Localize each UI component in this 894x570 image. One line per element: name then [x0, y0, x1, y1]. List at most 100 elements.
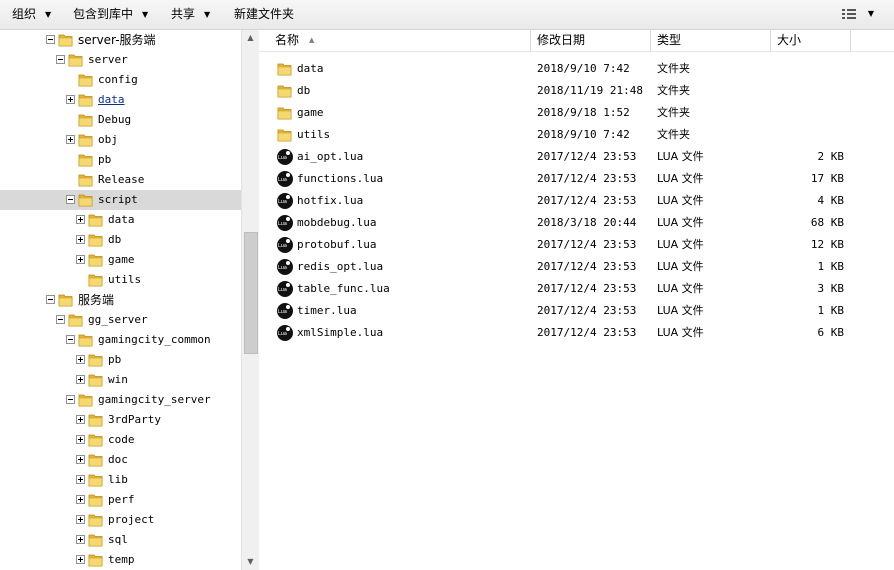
tree-item[interactable]: pb: [0, 350, 241, 370]
folder-icon: [68, 312, 84, 328]
file-row[interactable]: Lua table_func.lua 2017/12/4 23:53 LUA 文件 3 …: [259, 278, 894, 300]
file-row[interactable]: db 2018/11/19 21:48 文件夹: [259, 80, 894, 102]
tree-item[interactable]: pb: [0, 150, 241, 170]
expand-icon[interactable]: [76, 355, 85, 364]
file-row[interactable]: Lua xmlSimple.lua 2017/12/4 23:53 LUA 文件 6 K…: [259, 322, 894, 344]
folder-icon: [78, 172, 94, 188]
column-header-modified[interactable]: 修改日期: [531, 30, 651, 51]
collapse-icon[interactable]: [46, 35, 55, 44]
tree-item[interactable]: data: [0, 210, 241, 230]
scroll-down-button[interactable]: ▼: [242, 554, 259, 570]
tree-item[interactable]: temp: [0, 550, 241, 570]
expand-icon[interactable]: [76, 535, 85, 544]
tree-item[interactable]: code: [0, 430, 241, 450]
folder-icon: [88, 552, 104, 568]
tree-item[interactable]: lib: [0, 470, 241, 490]
file-row[interactable]: Lua functions.lua 2017/12/4 23:53 LUA 文件 17 …: [259, 168, 894, 190]
file-row[interactable]: Lua mobdebug.lua 2018/3/18 20:44 LUA 文件 68 K…: [259, 212, 894, 234]
tree-item[interactable]: obj: [0, 130, 241, 150]
tree-item-label: 服务端: [78, 293, 115, 307]
expand-icon[interactable]: [76, 555, 85, 564]
file-size: [774, 102, 844, 124]
tree-item-label: config: [98, 73, 138, 86]
file-date: 2018/11/19 21:48: [537, 84, 643, 97]
expand-icon[interactable]: [76, 215, 85, 224]
view-options-dropdown[interactable]: ▼: [862, 6, 880, 22]
expand-icon[interactable]: [66, 135, 75, 144]
expand-icon[interactable]: [76, 475, 85, 484]
tree-item[interactable]: sql: [0, 530, 241, 550]
folder-icon: [78, 152, 94, 168]
expand-icon[interactable]: [76, 495, 85, 504]
collapse-icon[interactable]: [56, 55, 65, 64]
change-view-button[interactable]: [842, 6, 860, 22]
tree-item[interactable]: win: [0, 370, 241, 390]
file-name: protobuf.lua: [297, 238, 377, 251]
new-folder-button[interactable]: 新建文件夹: [234, 0, 294, 29]
tree-item[interactable]: db: [0, 230, 241, 250]
tree-item[interactable]: server-服务端: [0, 30, 241, 50]
tree-item[interactable]: 服务端: [0, 290, 241, 310]
folder-icon: [88, 372, 104, 388]
tree-item-label: doc: [108, 453, 128, 466]
tree-scrollbar[interactable]: ▲ ▼: [241, 30, 259, 570]
tree-item[interactable]: 3rdParty: [0, 410, 241, 430]
file-date: 2017/12/4 23:53: [537, 260, 637, 273]
file-date: 2017/12/4 23:53: [537, 172, 637, 185]
tree-item[interactable]: perf: [0, 490, 241, 510]
share-button[interactable]: 共享 ▼: [171, 0, 210, 29]
tree-item[interactable]: server: [0, 50, 241, 70]
file-row[interactable]: Lua protobuf.lua 2017/12/4 23:53 LUA 文件 12 K…: [259, 234, 894, 256]
tree-item[interactable]: gamingcity_common: [0, 330, 241, 350]
expand-icon[interactable]: [76, 435, 85, 444]
collapse-icon[interactable]: [46, 295, 55, 304]
file-row[interactable]: data 2018/9/10 7:42 文件夹: [259, 58, 894, 80]
file-row[interactable]: Lua timer.lua 2017/12/4 23:53 LUA 文件 1 KB: [259, 300, 894, 322]
tree-item[interactable]: gamingcity_server: [0, 390, 241, 410]
file-size: 12 KB: [810, 238, 844, 251]
organize-menu-button[interactable]: 组织 ▼: [12, 0, 51, 29]
collapse-icon[interactable]: [56, 315, 65, 324]
file-row[interactable]: utils 2018/9/10 7:42 文件夹: [259, 124, 894, 146]
include-in-library-button[interactable]: 包含到库中 ▼: [73, 0, 148, 29]
tree-item[interactable]: doc: [0, 450, 241, 470]
file-row[interactable]: Lua hotfix.lua 2017/12/4 23:53 LUA 文件 4 KB: [259, 190, 894, 212]
tree-item-label: script: [98, 193, 138, 206]
expand-icon[interactable]: [76, 515, 85, 524]
tree-item[interactable]: script: [0, 190, 241, 210]
tree-item[interactable]: Debug: [0, 110, 241, 130]
expand-icon[interactable]: [76, 235, 85, 244]
file-row[interactable]: Lua redis_opt.lua 2017/12/4 23:53 LUA 文件 1 K…: [259, 256, 894, 278]
collapse-icon[interactable]: [66, 195, 75, 204]
tree-item-label: win: [108, 373, 128, 386]
column-header-type[interactable]: 类型: [651, 30, 771, 51]
tree-item[interactable]: project: [0, 510, 241, 530]
tree-item[interactable]: data: [0, 90, 241, 110]
expand-icon[interactable]: [76, 375, 85, 384]
file-name: utils: [297, 128, 331, 141]
file-size: 2 KB: [817, 150, 845, 163]
expand-icon[interactable]: [76, 415, 85, 424]
file-type: LUA 文件: [657, 172, 704, 185]
expand-icon[interactable]: [66, 95, 75, 104]
collapse-icon[interactable]: [66, 395, 75, 404]
tree-item[interactable]: game: [0, 250, 241, 270]
expand-icon[interactable]: [76, 455, 85, 464]
tree-item[interactable]: config: [0, 70, 241, 90]
tree-item-label: data: [98, 93, 125, 106]
scrollbar-thumb[interactable]: [244, 232, 258, 354]
tree-item[interactable]: Release: [0, 170, 241, 190]
tree-item-label: code: [108, 433, 135, 446]
tree-item-label: utils: [108, 273, 142, 286]
column-header-name[interactable]: 名称 ▲: [269, 30, 531, 51]
file-row[interactable]: Lua ai_opt.lua 2017/12/4 23:53 LUA 文件 2 KB: [259, 146, 894, 168]
folder-icon: [88, 512, 104, 528]
tree-item-label: project: [108, 513, 155, 526]
column-header-size[interactable]: 大小: [771, 30, 851, 51]
tree-item[interactable]: gg_server: [0, 310, 241, 330]
file-row[interactable]: game 2018/9/18 1:52 文件夹: [259, 102, 894, 124]
expand-icon[interactable]: [76, 255, 85, 264]
scroll-up-button[interactable]: ▲: [242, 30, 259, 46]
collapse-icon[interactable]: [66, 335, 75, 344]
tree-item[interactable]: utils: [0, 270, 241, 290]
